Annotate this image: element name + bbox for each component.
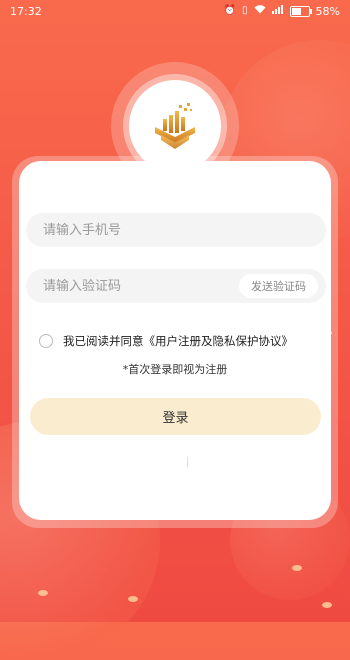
background-dot xyxy=(292,565,302,571)
status-icons: ⏰ ▯ 58% xyxy=(224,5,340,18)
background-dot xyxy=(128,596,138,602)
background-dot xyxy=(38,590,48,596)
agreement-checkbox[interactable] xyxy=(39,334,53,348)
agreement-row: 我已阅读并同意 《用户注册及隐私保护协议》 xyxy=(39,333,329,349)
agreement-prefix: 我已阅读并同意 xyxy=(63,334,144,348)
alarm-icon: ⏰ xyxy=(223,5,237,16)
battery-percent: 58% xyxy=(315,4,340,18)
phone-field[interactable] xyxy=(26,213,326,247)
battery-fill xyxy=(291,7,301,15)
wifi-icon xyxy=(254,5,266,17)
login-button[interactable]: 登录 xyxy=(30,398,321,435)
status-bar: 17:32 ⏰ ▯ 58% xyxy=(0,0,350,22)
code-field[interactable]: 发送验证码 xyxy=(26,269,326,303)
register-hint: *首次登录即视为注册 xyxy=(122,363,228,376)
battery-icon xyxy=(289,5,312,17)
vibrate-icon: ▯ xyxy=(242,5,248,16)
login-card: 发送验证码 我已阅读并同意 《用户注册及隐私保护协议》 *首次登录即视为注册 登… xyxy=(19,161,331,520)
text-cursor xyxy=(187,457,188,467)
agreement-link[interactable]: 《用户注册及隐私保护协议》 xyxy=(144,333,294,349)
signal-icon xyxy=(271,5,284,17)
phone-input[interactable] xyxy=(41,221,326,239)
status-time: 17:32 xyxy=(10,4,42,18)
golden-tower-logo-icon xyxy=(155,103,195,149)
send-code-button[interactable]: 发送验证码 xyxy=(239,274,318,298)
background-dot xyxy=(322,602,332,608)
code-input[interactable] xyxy=(41,277,239,295)
